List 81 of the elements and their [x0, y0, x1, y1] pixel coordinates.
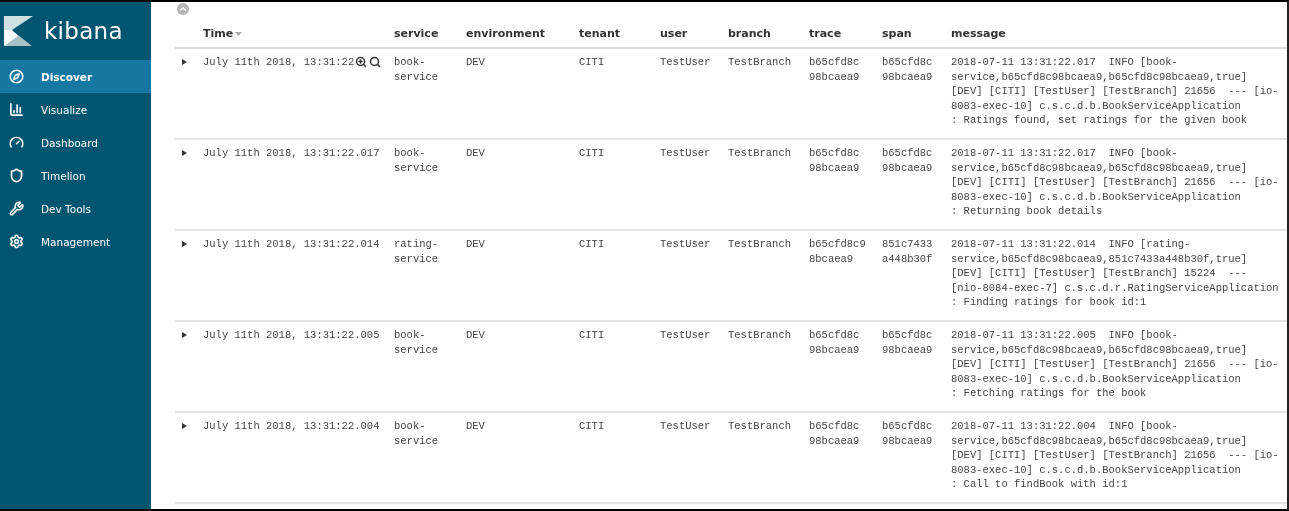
branch-cell-text: TestBranch [727, 419, 792, 434]
sidebar-item[interactable]: Timelion [0, 159, 151, 192]
trace-cell-text: b65cfd8c 98bcaea9 [808, 328, 861, 357]
caret-icon [181, 59, 187, 65]
expand-toggle[interactable] [179, 330, 189, 340]
chevron-up-icon [178, 4, 188, 14]
column-header[interactable]: user [652, 27, 720, 40]
branch-cell-text: TestBranch [727, 146, 792, 161]
column-header[interactable]: message [943, 27, 1287, 40]
caret-icon [181, 332, 187, 338]
shield-icon [9, 168, 24, 183]
time-cell: July 11th 2018, 13:31:22.014 [203, 237, 380, 252]
column-header[interactable]: environment [458, 27, 571, 40]
branch-cell-text: TestBranch [727, 55, 792, 70]
column-header[interactable]: Time [195, 27, 386, 40]
column-header[interactable]: tenant [571, 27, 652, 40]
time-cell: July 11th 2018, 13:31:22 [203, 55, 355, 70]
caret-icon [181, 241, 187, 247]
message-cell-text: 2018-07-11 13:31:22.014 INFO [rating- service,b65cfd8c98bcaea9,851c7433a448b30f,true] [DEV] [CITI] [TestUser] [TestBranch] 15224 --- [nio-8084-exec-7] c.s.c.d.r.RatingServiceApplication : Finding ratings for book id:1 [950, 237, 1280, 310]
time-cell: July 11th 2018, 13:31:22.005 [203, 328, 380, 343]
expand-toggle[interactable] [179, 239, 189, 249]
message-cell-text: 2018-07-11 13:31:22.017 INFO [book- service,b65cfd8c98bcaea9,b65cfd8c98bcaea9,true] [DEV] [CITI] [TestUser] [TestBranch] 21656 --- [io- 8083-exec-10] c.s.c.d.b.BookServiceApplication : Ratings found, set ratings for the given book [950, 55, 1280, 128]
service-cell-text: book- service [393, 328, 440, 357]
user-cell-text: TestUser [659, 328, 712, 343]
sidebar-item[interactable]: Discover [0, 60, 151, 93]
expand-toggle[interactable] [179, 148, 189, 158]
user-cell-text: TestUser [659, 146, 712, 161]
column-header[interactable]: branch [720, 27, 801, 40]
brand-name: kibana [44, 18, 123, 44]
branch-cell-text: TestBranch [727, 328, 792, 343]
expand-toggle[interactable] [179, 57, 189, 67]
message-cell-text: 2018-07-11 13:31:22.017 INFO [book- service,b65cfd8c98bcaea9,b65cfd8c98bcaea9,true] [DEV] [CITI] [TestUser] [TestBranch] 21656 --- [io- 8083-exec-10] c.s.c.d.b.BookServiceApplication : Returning book details [950, 146, 1280, 219]
span-cell-text: b65cfd8c 98bcaea9 [881, 328, 934, 357]
trace-cell-text: b65cfd8c9 8bcaea9 [808, 237, 867, 266]
column-header[interactable]: trace [801, 27, 874, 40]
column-header[interactable]: service [386, 27, 458, 40]
trace-cell-text: b65cfd8c 98bcaea9 [808, 55, 861, 84]
zoom-out-icon[interactable] [369, 56, 382, 69]
tenant-cell-text: CITI [578, 237, 606, 252]
environment-cell-text: DEV [465, 328, 486, 343]
time-cell: July 11th 2018, 13:31:22.017 [203, 146, 380, 161]
span-cell-text: 851c7433 a448b30f [881, 237, 934, 266]
environment-cell-text: DEV [465, 146, 486, 161]
logo-icon [4, 16, 34, 46]
sidebar-item[interactable]: Visualize [0, 93, 151, 126]
trace-cell-text: b65cfd8c 98bcaea9 [808, 146, 861, 175]
tenant-cell-text: CITI [578, 419, 606, 434]
wrench-icon [9, 201, 24, 216]
environment-cell-text: DEV [465, 55, 486, 70]
column-header[interactable]: span [874, 27, 943, 40]
gauge-icon [9, 135, 24, 150]
zoom-in-icon[interactable] [355, 56, 368, 69]
tenant-cell-text: CITI [578, 328, 606, 343]
service-cell-text: book- service [393, 419, 440, 448]
sidebar-item[interactable]: Dashboard [0, 126, 151, 159]
bar-chart-icon [9, 102, 24, 117]
time-cell: July 11th 2018, 13:31:22.004 [203, 419, 380, 434]
expand-toggle[interactable] [179, 421, 189, 431]
span-cell-text: b65cfd8c 98bcaea9 [881, 146, 934, 175]
tenant-cell-text: CITI [578, 146, 606, 161]
message-cell-text: 2018-07-11 13:31:22.005 INFO [book- service,b65cfd8c98bcaea9,b65cfd8c98bcaea9,true] [DEV] [CITI] [TestUser] [TestBranch] 21656 --- [io- 8083-exec-10] c.s.c.d.b.BookServiceApplication : Fetching ratings for the book [950, 328, 1280, 401]
message-cell-text: 2018-07-11 13:31:22.004 INFO [book- service,b65cfd8c98bcaea9,b65cfd8c98bcaea9,true] [DEV] [CITI] [TestUser] [TestBranch] 21656 --- [io- 8083-exec-10] c.s.c.d.b.BookServiceApplication : Call to findBook with id:1 [950, 419, 1280, 492]
settings-icon [9, 234, 24, 249]
span-cell-text: b65cfd8c 98bcaea9 [881, 419, 934, 448]
environment-cell-text: DEV [465, 419, 486, 434]
sidebar-item[interactable]: Dev Tools [0, 192, 151, 225]
user-cell-text: TestUser [659, 55, 712, 70]
caret-icon [181, 423, 187, 429]
caret-icon [181, 150, 187, 156]
environment-cell-text: DEV [465, 237, 486, 252]
branch-cell-text: TestBranch [727, 237, 792, 252]
service-cell-text: book- service [393, 55, 440, 84]
compass-icon [9, 69, 24, 84]
sidebar-item[interactable]: Management [0, 225, 151, 258]
tenant-cell-text: CITI [578, 55, 606, 70]
span-cell-text: b65cfd8c 98bcaea9 [881, 55, 934, 84]
user-cell-text: TestUser [659, 237, 712, 252]
service-cell-text: rating- service [393, 237, 440, 266]
service-cell-text: book- service [393, 146, 440, 175]
user-cell-text: TestUser [659, 419, 712, 434]
trace-cell-text: b65cfd8c 98bcaea9 [808, 419, 861, 448]
